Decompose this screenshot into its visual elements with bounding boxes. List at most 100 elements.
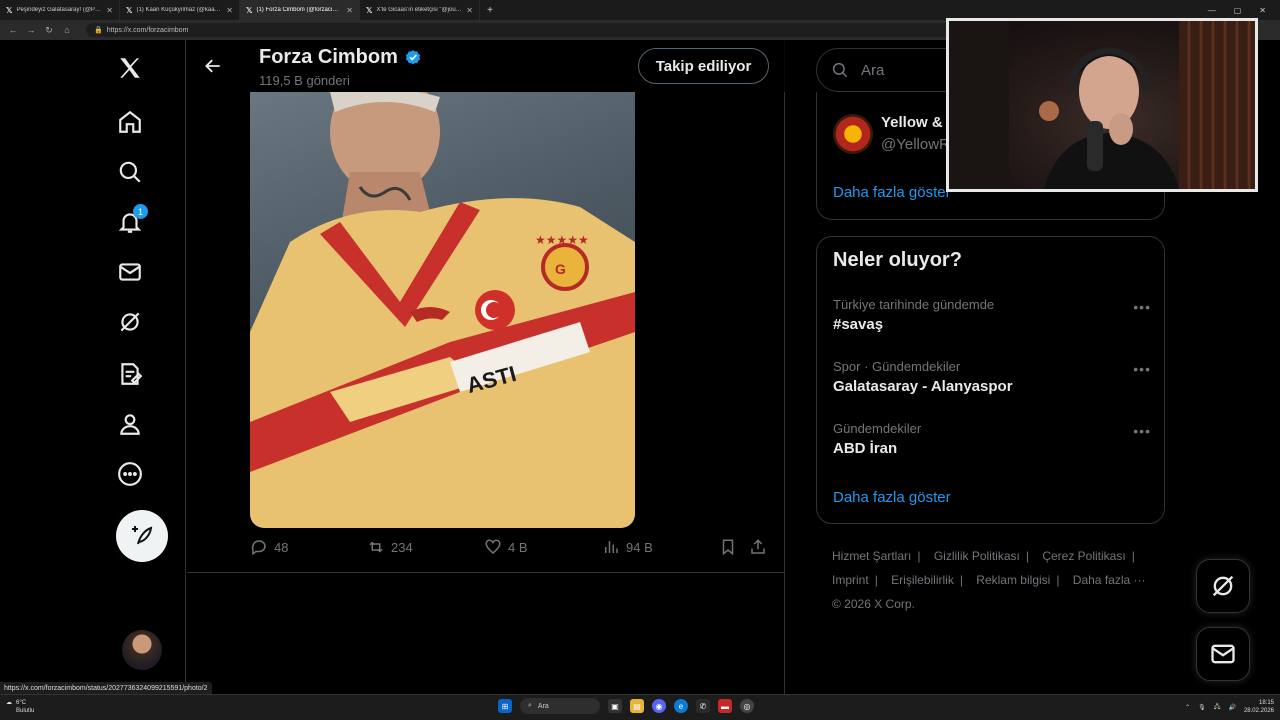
account-avatar[interactable] <box>122 630 162 670</box>
footer-link-cookies[interactable]: Çerez Politikası <box>1042 549 1125 563</box>
footer-link-imprint[interactable]: Imprint <box>832 573 869 587</box>
cloud-icon: ☁ <box>6 700 12 706</box>
app-icon[interactable]: ▬ <box>718 699 732 713</box>
browser-tab[interactable]: 𝕏 (1) Kaan Küçükyılmaz (@kaankcky... ✕ <box>120 0 240 20</box>
back-button[interactable] <box>201 54 225 78</box>
clock-date: 28.02.2026 <box>1243 708 1274 714</box>
views-action[interactable]: 94 B <box>602 538 653 556</box>
browser-tab[interactable]: 𝕏 Peşindeyiz Galatasaray! (@Pesindeyiz..… <box>0 0 120 20</box>
trend-item[interactable]: Spor · Gündemdekiler Galatasaray - Alany… <box>833 359 1151 405</box>
streamer-webcam-image <box>949 21 1255 189</box>
messages-floating-button[interactable] <box>1196 627 1250 681</box>
microphone-icon[interactable]: 🎙 <box>1198 704 1206 711</box>
bookmark-icon <box>722 539 734 556</box>
tab-title: (1) Forza Cimbom (@forzacimbom) <box>256 7 343 13</box>
repost-icon <box>369 541 383 553</box>
network-icon[interactable]: 🖧 <box>1214 702 1221 712</box>
taskbar-search[interactable]: ⌕ Ara <box>520 698 600 714</box>
footer-link-more[interactable]: Daha fazla ··· <box>1073 573 1146 587</box>
profile-person-icon[interactable] <box>112 406 148 442</box>
grok-icon[interactable] <box>112 304 148 340</box>
maximize-icon[interactable]: ▢ <box>1234 6 1242 15</box>
trend-item[interactable]: Gündemdekiler ABD İran ••• <box>833 421 1151 467</box>
notifications-bell-icon[interactable]: 1 <box>112 204 148 240</box>
reload-icon[interactable]: ↻ <box>44 25 54 36</box>
volume-icon[interactable]: 🔊 <box>1228 704 1235 711</box>
grok-floating-button[interactable] <box>1196 559 1250 613</box>
share-button[interactable] <box>749 538 767 556</box>
tab-title: X'te Gicaas'ın etiketçisi "@jouska... <box>376 7 463 13</box>
trend-name: #savaş <box>833 316 884 333</box>
url-field[interactable]: 🔒 https://x.com/forzacimbom <box>86 23 966 37</box>
explore-search-icon[interactable] <box>112 154 148 190</box>
chevron-up-icon[interactable]: ⌃ <box>1185 704 1190 711</box>
share-upload-icon <box>751 539 765 554</box>
x-logo-icon: 𝕏 <box>6 5 13 15</box>
whatsapp-icon[interactable]: ✆ <box>696 699 710 713</box>
tweet-divider <box>187 572 785 573</box>
repost-action[interactable]: 234 <box>367 538 413 556</box>
trend-name: ABD İran <box>833 440 898 457</box>
close-window-icon[interactable]: ✕ <box>1259 6 1266 15</box>
browser-tab-active[interactable]: 𝕏 (1) Forza Cimbom (@forzacimbom) ✕ <box>240 0 360 20</box>
more-dots-icon[interactable]: ••• <box>1133 423 1151 439</box>
more-dots-icon[interactable]: ••• <box>1133 361 1151 377</box>
tab-title: Peşindeyiz Galatasaray! (@Pesindeyiz... <box>16 7 102 13</box>
file-explorer-icon[interactable]: ▤ <box>630 699 644 713</box>
trend-meta: Türkiye tarihinde gündemde <box>833 297 995 312</box>
system-tray: ⌃ 🎙 🖧 🔊 18:15 28.02.2026 <box>1185 699 1274 715</box>
home-icon[interactable]: ⌂ <box>62 25 72 35</box>
more-dots-icon[interactable]: ••• <box>1133 299 1151 315</box>
weather-widget[interactable]: ☁ 6°C Bulutlu <box>6 699 34 715</box>
like-action[interactable]: 4 B <box>484 538 528 556</box>
svg-text:★★★★★: ★★★★★ <box>535 233 589 247</box>
forward-arrow-icon[interactable]: → <box>26 25 36 35</box>
discord-icon[interactable]: ◉ <box>652 699 666 713</box>
envelope-icon <box>1211 644 1235 664</box>
taskbar-search-label: Ara <box>537 702 549 710</box>
svg-text:G: G <box>555 261 566 277</box>
close-icon[interactable]: ✕ <box>226 6 233 15</box>
browser-tab[interactable]: 𝕏 X'te Gicaas'ın etiketçisi "@jouska... … <box>360 0 480 20</box>
reply-action[interactable]: 48 <box>250 538 288 556</box>
home-icon[interactable] <box>112 104 148 140</box>
like-count: 4 B <box>508 539 528 555</box>
close-icon[interactable]: ✕ <box>466 6 473 15</box>
suggested-account-avatar[interactable] <box>833 114 873 154</box>
show-more-link[interactable]: Daha fazla göster <box>833 489 951 506</box>
bookmark-button[interactable] <box>719 538 737 556</box>
status-bar-url: https://x.com/forzacimbom/status/2027736… <box>0 682 212 694</box>
more-options-icon[interactable] <box>112 456 148 492</box>
repost-count: 234 <box>391 539 413 555</box>
windows-start-icon[interactable]: ⊞ <box>498 699 512 713</box>
profile-name: Forza Cimbom <box>259 46 422 69</box>
footer-link-terms[interactable]: Hizmet Şartları <box>832 549 911 563</box>
show-more-link[interactable]: Daha fazla göster <box>833 184 951 201</box>
following-button[interactable]: Takip ediliyor <box>638 48 769 84</box>
compose-post-button[interactable] <box>116 510 168 562</box>
footer-link-ads-info[interactable]: Reklam bilgisi <box>976 573 1050 587</box>
new-tab-button[interactable]: + <box>480 5 500 16</box>
x-logo-icon[interactable] <box>112 50 148 86</box>
trends-title: Neler oluyor? <box>833 249 962 271</box>
trend-meta: Gündemdekiler <box>833 421 922 436</box>
grok-icon <box>1212 575 1234 597</box>
tweet-photo[interactable]: ASTI G ★★★★★ <box>250 92 635 528</box>
close-icon[interactable]: ✕ <box>346 6 353 15</box>
back-arrow-icon[interactable]: ← <box>8 25 18 35</box>
edge-browser-icon[interactable]: e <box>674 699 688 713</box>
taskbar-apps: ⊞ ⌕ Ara ▣ ▤ ◉ e ✆ ▬ ◎ <box>498 698 754 714</box>
footer-link-accessibility[interactable]: Erişilebilirlik <box>891 573 954 587</box>
x-logo-icon: 𝕏 <box>126 5 133 15</box>
close-icon[interactable]: ✕ <box>106 6 113 15</box>
obs-icon[interactable]: ◎ <box>740 699 754 713</box>
trend-item[interactable]: Türkiye tarihinde gündemde #savaş ••• <box>833 297 1151 343</box>
messages-envelope-icon[interactable] <box>112 254 148 290</box>
footer-link-privacy[interactable]: Gizlilik Politikası <box>934 549 1020 563</box>
lists-icon[interactable] <box>112 356 148 392</box>
verified-badge-icon <box>405 49 421 64</box>
task-view-icon[interactable]: ▣ <box>608 699 622 713</box>
minimize-icon[interactable]: — <box>1208 6 1216 15</box>
clock[interactable]: 18:15 28.02.2026 <box>1244 699 1274 715</box>
trend-meta: Spor · Gündemdekiler <box>833 359 961 374</box>
